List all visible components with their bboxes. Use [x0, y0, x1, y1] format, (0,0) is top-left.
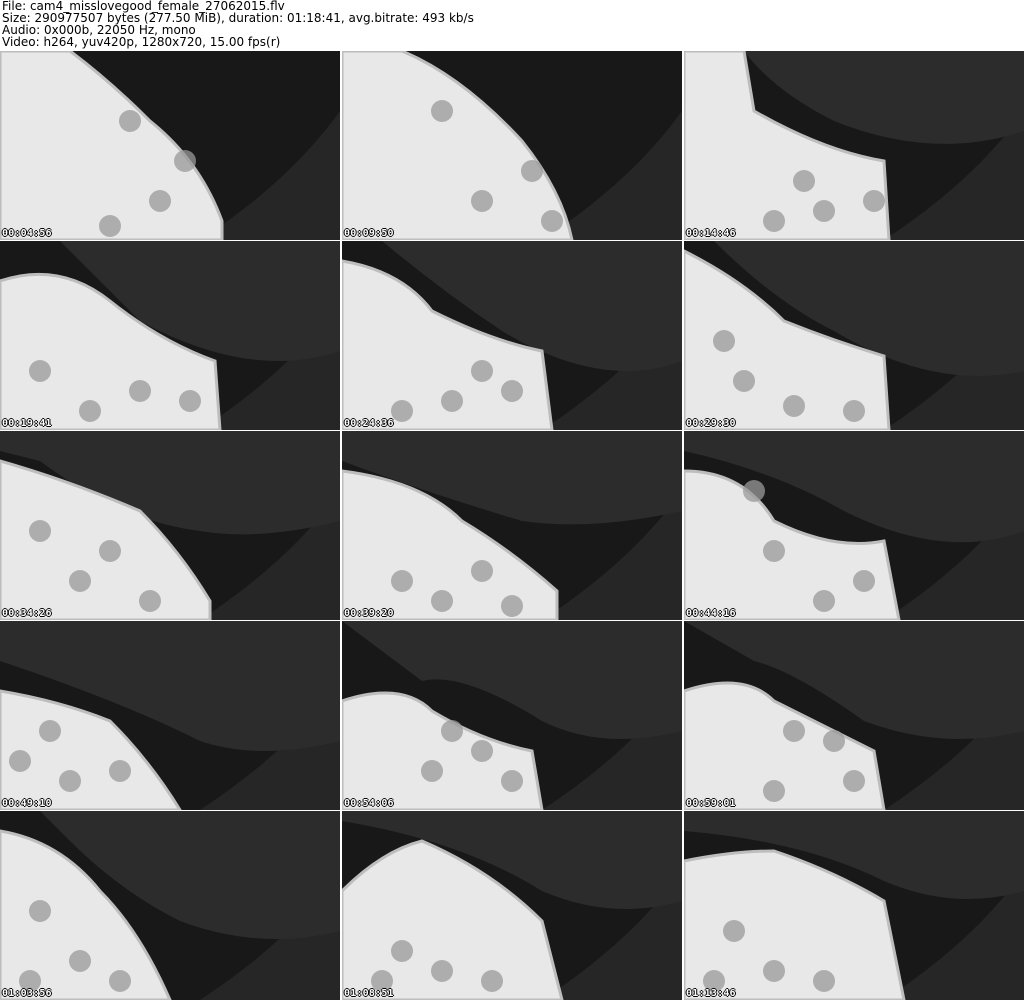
blanket-polka-dot [431, 100, 453, 122]
blanket-polka-dot [743, 480, 765, 502]
file-info-header: File: cam4_misslovegood_female_27062015.… [0, 0, 1024, 50]
blanket-polka-dot [69, 950, 91, 972]
thumbnail-frame: 01:03:56 [0, 811, 340, 1000]
blanket-polka-dot [793, 170, 815, 192]
blanket-polka-dot [713, 330, 735, 352]
blanket-polka-dot [99, 215, 121, 237]
blanket-polka-dot [431, 960, 453, 982]
thumbnail-frame: 00:39:20 [342, 431, 682, 620]
thumbnail-frame: 00:44:16 [684, 431, 1024, 620]
blanket-polka-dot [733, 370, 755, 392]
blanket-polka-dot [471, 360, 493, 382]
blanket-polka-dot [813, 590, 835, 612]
frame-timestamp: 00:04:56 [2, 228, 52, 239]
blanket-polka-dot [39, 720, 61, 742]
thumbnail-frame: 01:13:46 [684, 811, 1024, 1000]
frame-timestamp: 01:03:56 [2, 988, 52, 999]
blanket-polka-dot [763, 210, 785, 232]
thumbnail-frame: 00:19:41 [0, 241, 340, 430]
blanket-polka-dot [149, 190, 171, 212]
blanket-polka-dot [391, 400, 413, 422]
frame-timestamp: 00:19:41 [2, 418, 52, 429]
blanket-polka-dot [783, 720, 805, 742]
blanket-polka-dot [421, 760, 443, 782]
blanket-polka-dot [471, 560, 493, 582]
thumbnail-frame: 00:59:01 [684, 621, 1024, 810]
frame-timestamp: 00:54:06 [344, 798, 394, 809]
frame-timestamp: 01:13:46 [686, 988, 736, 999]
frame-timestamp: 01:08:51 [344, 988, 394, 999]
thumbnail-grid: 00:04:56 00:09:50 00:14:46 00:19:41 00:2… [0, 51, 1024, 1001]
video-info-line: Video: h264, yuv420p, 1280x720, 15.00 fp… [2, 35, 281, 49]
thumbnail-frame: 00:04:56 [0, 51, 340, 240]
blanket-polka-dot [9, 750, 31, 772]
blanket-polka-dot [29, 360, 51, 382]
blanket-polka-dot [119, 110, 141, 132]
thumbnail-frame: 00:24:36 [342, 241, 682, 430]
thumbnail-frame: 01:08:51 [342, 811, 682, 1000]
frame-timestamp: 00:44:16 [686, 608, 736, 619]
blanket-polka-dot [69, 570, 91, 592]
blanket-polka-dot [763, 540, 785, 562]
blanket-polka-dot [723, 920, 745, 942]
frame-timestamp: 00:39:20 [344, 608, 394, 619]
frame-timestamp: 00:29:30 [686, 418, 736, 429]
blanket-polka-dot [521, 160, 543, 182]
blanket-polka-dot [471, 740, 493, 762]
thumbnail-frame: 00:09:50 [342, 51, 682, 240]
blanket-polka-dot [174, 150, 196, 172]
blanket-polka-dot [441, 720, 463, 742]
blanket-polka-dot [441, 390, 463, 412]
blanket-polka-dot [843, 770, 865, 792]
blanket-polka-dot [109, 760, 131, 782]
blanket-polka-dot [843, 400, 865, 422]
blanket-polka-dot [501, 770, 523, 792]
blanket-polka-dot [813, 200, 835, 222]
blanket-polka-dot [481, 970, 503, 992]
blanket-polka-dot [431, 590, 453, 612]
blanket-polka-dot [471, 190, 493, 212]
thumbnail-frame: 00:34:26 [0, 431, 340, 620]
blanket-polka-dot [99, 540, 121, 562]
blanket-polka-dot [501, 595, 523, 617]
blanket-polka-dot [179, 390, 201, 412]
blanket-polka-dot [59, 770, 81, 792]
frame-timestamp: 00:24:36 [344, 418, 394, 429]
blanket-polka-dot [763, 780, 785, 802]
thumbnail-frame: 00:14:46 [684, 51, 1024, 240]
blanket-polka-dot [391, 940, 413, 962]
frame-timestamp: 00:49:10 [2, 798, 52, 809]
thumbnail-frame: 00:54:06 [342, 621, 682, 810]
frame-timestamp: 00:34:26 [2, 608, 52, 619]
frame-timestamp: 00:09:50 [344, 228, 394, 239]
frame-timestamp: 00:14:46 [686, 228, 736, 239]
frame-timestamp: 00:59:01 [686, 798, 736, 809]
blanket-polka-dot [29, 520, 51, 542]
blanket-polka-dot [823, 730, 845, 752]
blanket-polka-dot [109, 970, 131, 992]
blanket-polka-dot [79, 400, 101, 422]
blanket-polka-dot [813, 970, 835, 992]
blanket-polka-dot [129, 380, 151, 402]
blanket-polka-dot [391, 570, 413, 592]
blanket-polka-dot [541, 210, 563, 232]
blanket-polka-dot [763, 960, 785, 982]
blanket-polka-dot [863, 190, 885, 212]
blanket-polka-dot [783, 395, 805, 417]
blanket-polka-dot [853, 570, 875, 592]
blanket-polka-dot [501, 380, 523, 402]
blanket-polka-dot [29, 900, 51, 922]
blanket-polka-dot [139, 590, 161, 612]
thumbnail-frame: 00:49:10 [0, 621, 340, 810]
thumbnail-frame: 00:29:30 [684, 241, 1024, 430]
